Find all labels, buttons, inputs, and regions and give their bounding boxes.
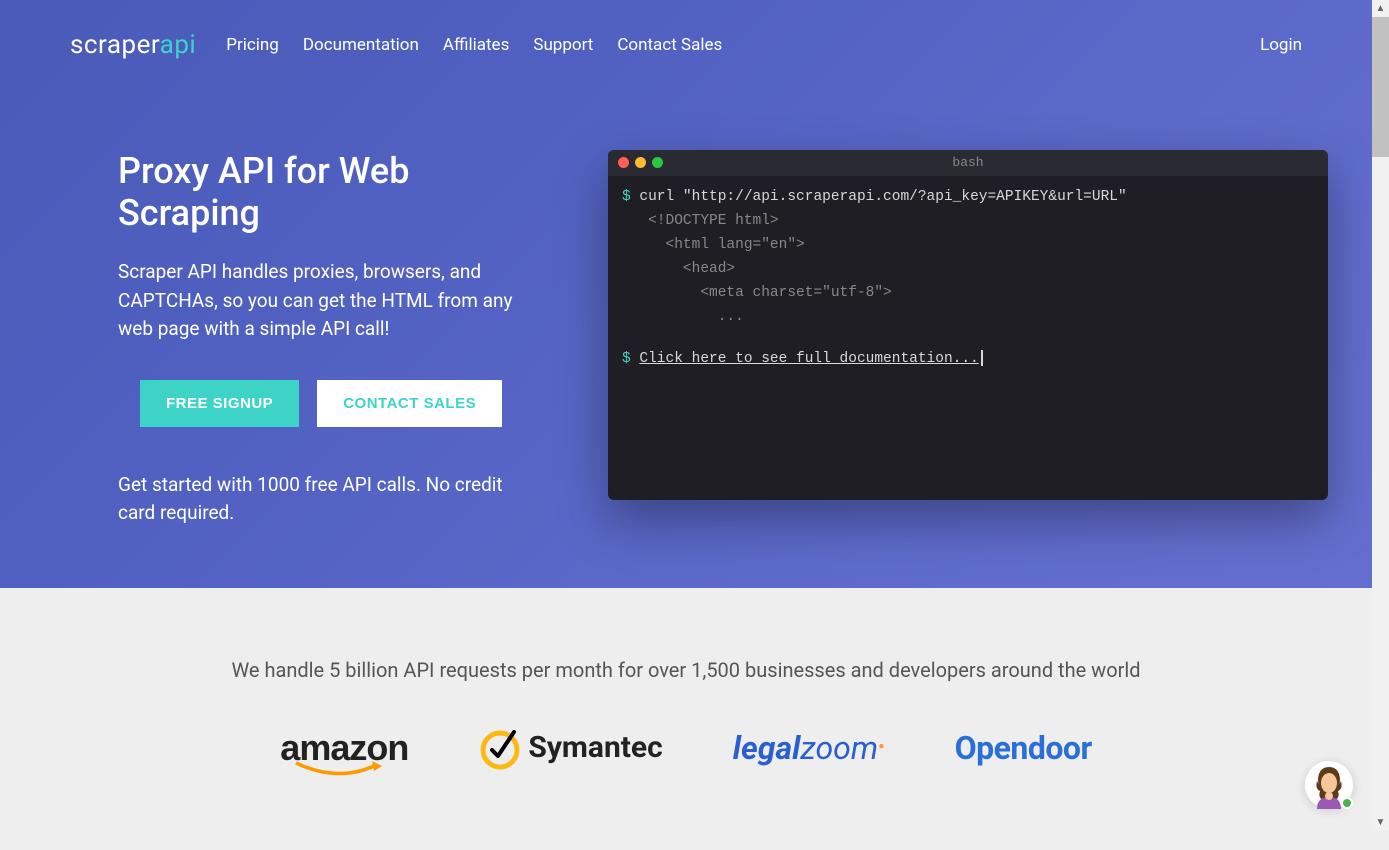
terminal-cmd-url: "http://api.scraperapi.com/?api_key=APIK… (683, 189, 1127, 205)
chat-status-online-icon (1341, 797, 1353, 809)
social-proof-section: We handle 5 billion API requests per mon… (0, 588, 1372, 850)
legalzoom-legal: legal (733, 729, 801, 767)
amazon-smile-icon (294, 761, 384, 781)
terminal-window: bash $ curl "http://api.scraperapi.com/?… (608, 150, 1328, 500)
hero-title: Proxy API for Web Scraping (118, 150, 548, 234)
logo[interactable]: scraperapi (70, 30, 196, 60)
nav-support[interactable]: Support (533, 35, 593, 55)
chat-avatar-icon (1305, 761, 1353, 809)
social-proof-headline: We handle 5 billion API requests per mon… (40, 658, 1332, 682)
contact-sales-button[interactable]: CONTACT SALES (317, 380, 502, 427)
logo-part1: scraper (70, 30, 160, 60)
terminal-body: $ curl "http://api.scraperapi.com/?api_k… (608, 176, 1328, 381)
chat-widget-button[interactable] (1305, 761, 1355, 811)
nav-documentation[interactable]: Documentation (303, 35, 419, 55)
legalzoom-zoom: zoom (800, 729, 878, 767)
logo-part2: api (160, 30, 197, 60)
terminal-output-line: ... (622, 306, 1314, 330)
scroll-up-icon[interactable]: ▲ (1372, 0, 1389, 17)
terminal-prompt: $ (622, 351, 631, 367)
terminal-cursor-icon (981, 350, 983, 366)
brand-logos-row: amazon Symantec legalzoom• Opendoor (40, 726, 1332, 770)
terminal-output-line: <head> (622, 258, 1314, 282)
nav-links: Pricing Documentation Affiliates Support… (226, 35, 722, 55)
nav-login[interactable]: Login (1260, 35, 1302, 55)
scrollbar[interactable]: ▲ ▼ (1372, 0, 1389, 831)
legalzoom-logo: legalzoom• (733, 729, 885, 767)
symantec-text: Symantec (528, 730, 662, 765)
scroll-thumb[interactable] (1372, 17, 1389, 157)
hero-description: Scraper API handles proxies, browsers, a… (118, 258, 538, 344)
terminal-prompt: $ (622, 189, 631, 205)
symantec-logo: Symantec (478, 726, 662, 770)
legalzoom-dot-icon: • (878, 737, 884, 758)
hero-note: Get started with 1000 free API calls. No… (118, 471, 538, 528)
top-nav: scraperapi Pricing Documentation Affilia… (0, 0, 1372, 60)
nav-pricing[interactable]: Pricing (226, 35, 279, 55)
scroll-down-icon[interactable]: ▼ (1372, 814, 1389, 831)
signup-button[interactable]: FREE SIGNUP (140, 380, 299, 427)
nav-contact-sales[interactable]: Contact Sales (617, 35, 722, 55)
terminal-cmd-prefix: curl (639, 189, 683, 205)
opendoor-logo: Opendoor (955, 729, 1092, 767)
terminal-output-line: <!DOCTYPE html> (622, 210, 1314, 234)
amazon-logo: amazon (280, 727, 408, 769)
terminal-output-line: <html lang="en"> (622, 234, 1314, 258)
documentation-link[interactable]: Click here to see full documentation... (639, 351, 978, 367)
terminal-header: bash (608, 150, 1328, 176)
terminal-title: bash (608, 155, 1328, 170)
symantec-check-icon (478, 726, 522, 770)
hero-section: scraperapi Pricing Documentation Affilia… (0, 0, 1372, 588)
terminal-output-line: <meta charset="utf-8"> (622, 282, 1314, 306)
nav-affiliates[interactable]: Affiliates (443, 35, 509, 55)
